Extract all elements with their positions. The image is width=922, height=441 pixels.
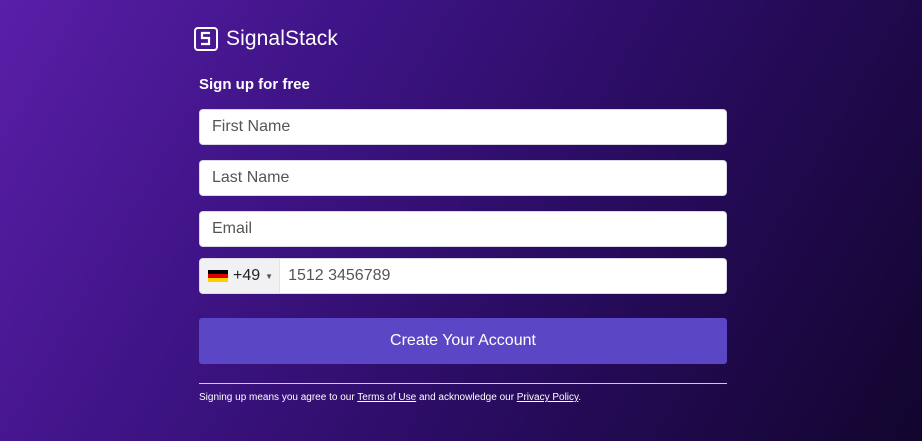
privacy-policy-link[interactable]: Privacy Policy [517,392,579,403]
terms-of-use-link[interactable]: Terms of Use [357,392,416,403]
brand-name: SignalStack [226,27,338,51]
signup-form: Sign up for free +49 ▼ Create Your Accou… [199,76,727,403]
legal-prefix: Signing up means you agree to our [199,392,358,403]
legal-text: Signing up means you agree to our Terms … [199,392,727,403]
brand-name-light: Signal [226,27,285,50]
country-code-select[interactable]: +49 ▼ [200,259,281,293]
email-input[interactable] [199,211,727,247]
legal-suffix: . [578,392,582,403]
brand-logo[interactable]: SignalStack [194,27,338,51]
legal-middle: and acknowledge our [416,392,517,403]
create-account-button[interactable]: Create Your Account [199,318,727,364]
form-heading: Sign up for free [199,76,310,93]
signalstack-logo-icon [194,27,218,51]
phone-field: +49 ▼ [199,258,727,294]
divider [199,383,727,384]
dial-code: +49 [233,267,261,284]
last-name-input[interactable] [199,160,727,196]
first-name-input[interactable] [199,109,727,145]
germany-flag-icon [208,269,228,283]
phone-input[interactable] [280,259,726,293]
brand-name-bold: Stack [284,27,339,50]
caret-down-icon: ▼ [265,271,274,281]
